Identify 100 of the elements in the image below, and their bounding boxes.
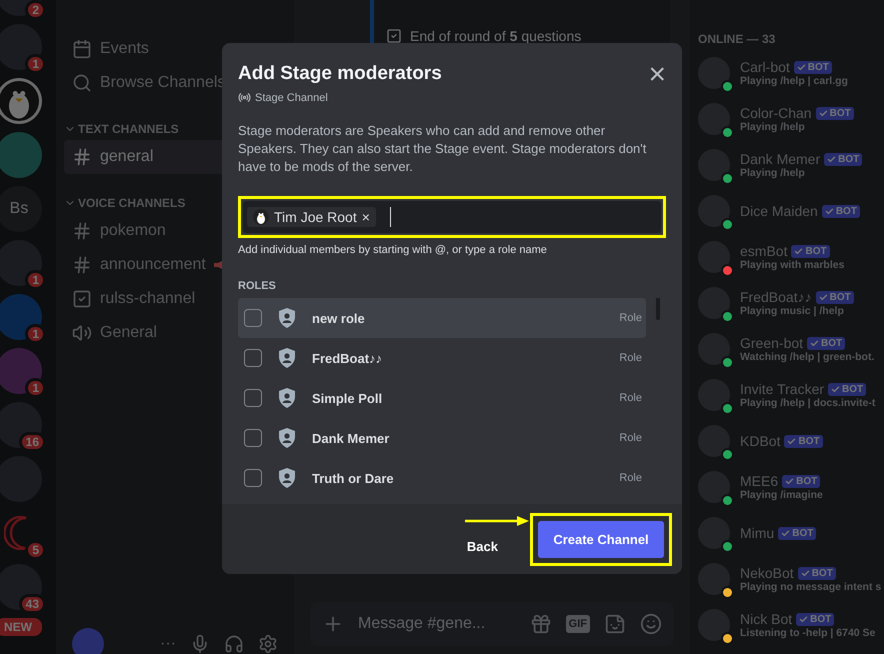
bot-tag: BOT	[822, 204, 860, 218]
member-activity: Playing music | /help	[740, 305, 845, 317]
check-icon	[781, 528, 790, 538]
checkbox[interactable]	[244, 349, 262, 367]
channel-name: rulss-channel	[100, 290, 196, 308]
bot-tag: BOT	[784, 434, 823, 448]
member-row[interactable]: MEE6 BOT Playing /imagine	[698, 464, 884, 510]
headphones-icon[interactable]	[224, 634, 244, 654]
more-label[interactable]: ···	[118, 635, 176, 653]
channel-name: announcement	[100, 256, 206, 274]
role-name: Truth or Dare	[312, 470, 395, 486]
member-row[interactable]: Carl-bot BOT Playing /help | carl.gg	[698, 50, 884, 96]
category-heading[interactable]: TEXT CHANNELS	[78, 122, 179, 136]
shield-person-icon	[278, 308, 296, 328]
shield-person-icon	[278, 428, 296, 448]
gift-icon[interactable]	[530, 613, 552, 635]
role-row[interactable]: Truth or Dare Role	[238, 458, 646, 498]
channel-name: general	[100, 148, 154, 166]
shield-person-icon	[278, 348, 296, 368]
speaker-icon	[72, 323, 92, 343]
calendar-icon	[72, 39, 92, 59]
close-button[interactable]: ×	[648, 63, 666, 87]
role-tag: Role	[619, 312, 642, 324]
member-row[interactable]: esmBot BOT Playing with marbles	[698, 234, 884, 280]
hash-icon	[72, 255, 92, 275]
channel-name: General	[100, 324, 157, 342]
member-activity: Playing /help	[740, 121, 806, 133]
stage-icon	[238, 91, 251, 104]
modal-subtitle: Stage Channel	[255, 92, 328, 104]
message-input[interactable]: Message #gene... GIF	[310, 602, 674, 646]
shield-person-icon	[278, 468, 296, 488]
member-activity: Playing with marbles	[740, 259, 844, 271]
field-hint: Add individual members by starting with @, or type a role name	[238, 244, 548, 256]
remove-chip-button[interactable]: ×	[362, 209, 370, 225]
text-caret	[390, 207, 391, 227]
bot-tag: BOT	[796, 612, 834, 626]
chip-label: Tim Joe Root	[274, 209, 357, 225]
create-channel-button[interactable]: Create Channel	[538, 520, 664, 558]
sticker-icon[interactable]	[604, 613, 626, 635]
checkbox-icon	[386, 28, 402, 44]
member-row[interactable]: NekoBot BOT Playing no message intent s	[698, 556, 884, 602]
settings-icon[interactable]	[258, 634, 278, 654]
member-row[interactable]: Nick Bot BOT Listening to -help | 6740 Se	[698, 602, 884, 648]
emoji-icon[interactable]	[640, 613, 662, 635]
check-icon	[799, 614, 808, 624]
checkbox[interactable]	[244, 469, 262, 487]
back-button[interactable]: Back	[460, 538, 504, 554]
unread-badge: 16	[18, 432, 46, 452]
member-name: KDBot	[740, 433, 780, 449]
unread-badge: 1	[25, 324, 46, 344]
unread-badge: 1	[25, 270, 46, 290]
role-name: new role	[312, 310, 366, 326]
role-row[interactable]: new role Role	[238, 298, 646, 338]
member-activity: Watching /help | green-bot.	[740, 351, 874, 363]
member-name: esmBot	[740, 243, 788, 259]
member-row[interactable]: Color-Chan BOT Playing /help	[698, 96, 884, 142]
category-heading[interactable]: VOICE CHANNELS	[78, 196, 186, 210]
role-name: FredBoat♪♪	[312, 350, 384, 366]
member-row[interactable]: KDBot BOT	[698, 418, 884, 464]
channel-name: pokemon	[100, 222, 166, 240]
check-icon	[827, 154, 836, 164]
member-row[interactable]: Invite Tracker BOT Playing /help | docs.invite-t	[698, 372, 884, 418]
member-name: FredBoat♪♪	[740, 289, 812, 305]
role-row[interactable]: Dank Memer Role	[238, 418, 646, 458]
server-icon[interactable]: Bs	[0, 186, 42, 232]
user-avatar[interactable]	[72, 628, 104, 654]
member-row[interactable]: Mimu BOT	[698, 510, 884, 556]
shield-person-icon	[278, 388, 296, 408]
bot-tag: BOT	[816, 290, 854, 304]
member-row[interactable]: FredBoat♪♪ BOT Playing music | /help	[698, 280, 884, 326]
sidebar-item[interactable]: Events	[64, 32, 286, 66]
embed-text: End of round of 5 questions	[410, 28, 582, 44]
check-icon	[787, 436, 796, 446]
checkbox[interactable]	[244, 429, 262, 447]
role-tag: Role	[619, 472, 642, 484]
bot-tag: BOT	[824, 152, 862, 166]
check-icon	[818, 108, 828, 118]
search-icon	[72, 73, 92, 93]
role-row[interactable]: Simple Poll Role	[238, 378, 646, 418]
check-icon	[794, 246, 804, 256]
hash-icon	[72, 147, 92, 167]
member-name: Color-Chan	[740, 105, 812, 121]
checkbox[interactable]	[244, 309, 262, 327]
member-activity: Playing /imagine	[740, 489, 823, 501]
server-icon[interactable]	[0, 78, 42, 124]
member-input-field[interactable]: Tim Joe Root ×	[243, 201, 661, 233]
check-icon	[831, 384, 840, 394]
checkbox[interactable]	[244, 389, 262, 407]
member-row[interactable]: Dank Memer BOT Playing /help	[698, 142, 884, 188]
gif-button[interactable]: GIF	[566, 615, 590, 633]
member-row[interactable]: Green-bot BOT Watching /help | green-bot.	[698, 326, 884, 372]
check-icon	[810, 338, 820, 348]
unread-badge: 43	[18, 594, 46, 614]
unread-badge: 2	[25, 0, 46, 20]
member-row[interactable]: Dice Maiden BOT	[698, 188, 884, 234]
modal-title: Add Stage moderators	[238, 63, 442, 85]
role-tag: Role	[619, 352, 642, 364]
role-tag: Role	[619, 432, 642, 444]
new-pill[interactable]: NEW	[0, 618, 42, 636]
sidebar-item-label: Browse Channels	[100, 74, 226, 92]
